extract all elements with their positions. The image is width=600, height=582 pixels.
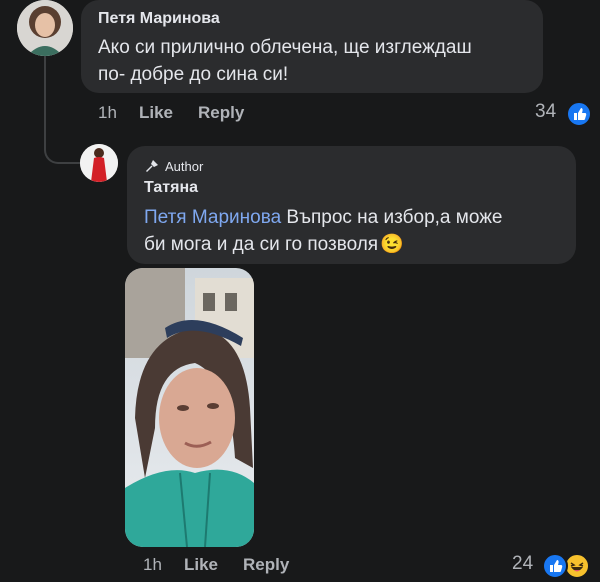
comment-text-line-1: Ако си прилично облечена, ще изглеждаш xyxy=(98,37,472,58)
reply-button[interactable]: Reply xyxy=(198,103,244,123)
reply-text-line-1: Петя Маринова Въпрос на избор,а може xyxy=(144,204,502,231)
reply-author-name[interactable]: Татяна xyxy=(144,179,198,197)
thread-line-curve xyxy=(44,148,80,164)
author-badge: Author xyxy=(144,158,203,174)
reply-actions: 1h Like Reply xyxy=(143,555,343,579)
reply-author-avatar[interactable] xyxy=(80,144,118,182)
comment-timestamp[interactable]: 1h xyxy=(98,103,117,123)
like-reaction-icon[interactable] xyxy=(542,553,568,579)
comment-actions: 1h Like Reply xyxy=(98,103,298,127)
reply-reaction-count[interactable]: 24 xyxy=(512,553,533,575)
reply-bubble: Author Татяна Петя Маринова Въпрос на из… xyxy=(127,146,576,264)
reply-text-line-2-text: би мога и да си го позволя xyxy=(144,234,379,255)
reaction-count[interactable]: 34 xyxy=(535,101,556,123)
reply-text-rest: Въпрос на избор,а може xyxy=(281,207,503,228)
author-badge-label: Author xyxy=(165,158,204,174)
comment-text-line-2: по- добре до сина си! xyxy=(98,64,289,85)
attached-photo[interactable] xyxy=(125,268,254,547)
microphone-icon xyxy=(146,160,158,172)
wink-emoji: 😉 xyxy=(380,234,404,255)
reply-timestamp[interactable]: 1h xyxy=(143,555,162,575)
like-reaction-icon[interactable] xyxy=(566,101,592,127)
mention-link[interactable]: Петя Маринова xyxy=(144,207,281,228)
commenter-avatar[interactable] xyxy=(17,0,73,56)
like-button[interactable]: Like xyxy=(139,103,173,123)
reply-like-button[interactable]: Like xyxy=(184,555,218,575)
comment-bubble: Петя Маринова Ако си прилично облечена, … xyxy=(81,0,543,93)
reply-text-line-2: би мога и да си го позволя 😉 xyxy=(144,231,404,258)
thread-line-vertical xyxy=(44,56,46,150)
reply-reply-button[interactable]: Reply xyxy=(243,555,289,575)
comment-author-name[interactable]: Петя Маринова xyxy=(98,10,220,28)
